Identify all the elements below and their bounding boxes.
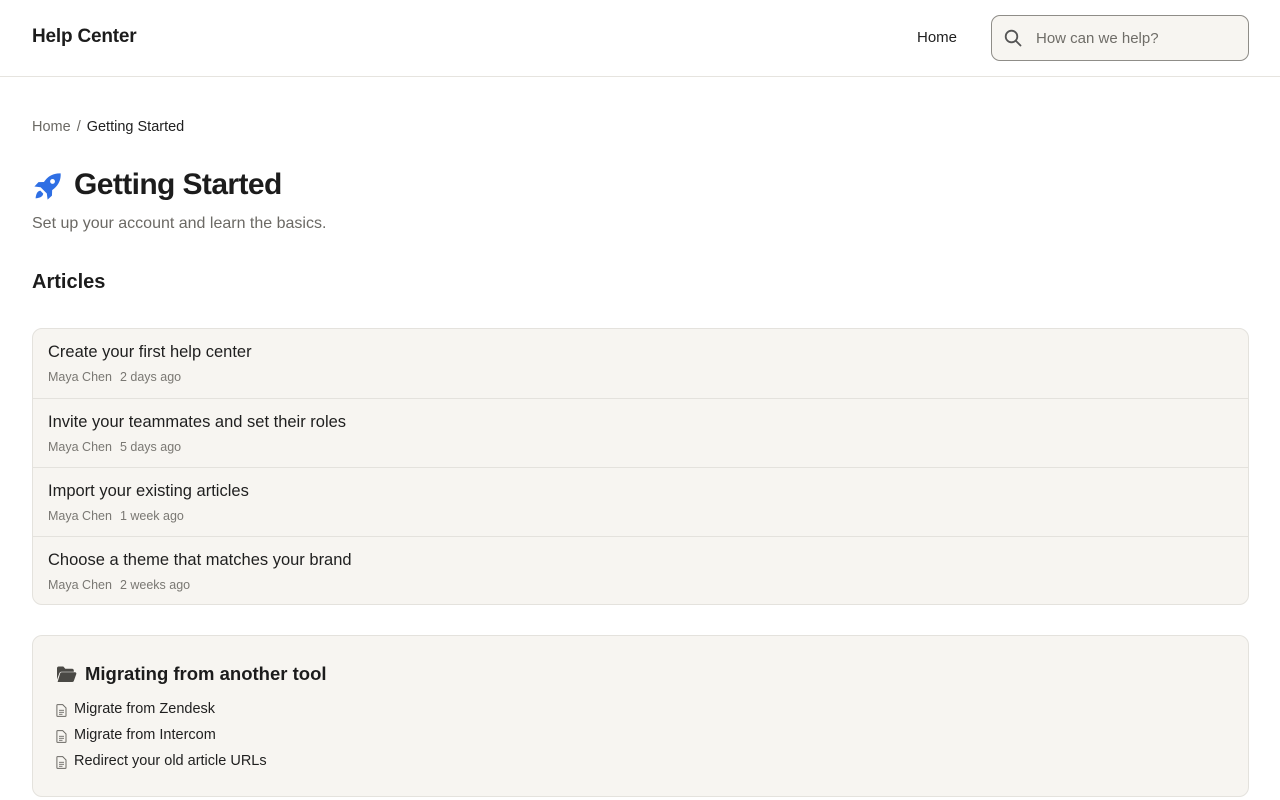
- page-subtitle: Set up your account and learn the basics…: [32, 215, 327, 232]
- articles-heading: Articles: [32, 271, 106, 293]
- search-box[interactable]: [991, 15, 1249, 61]
- breadcrumb-separator: /: [76, 119, 81, 135]
- article-item[interactable]: Choose a theme that matches your brand M…: [33, 536, 1248, 604]
- article-date: 5 days ago: [119, 440, 182, 454]
- article-date: 2 days ago: [119, 370, 182, 384]
- article-author: Maya Chen: [48, 578, 112, 592]
- brand-logo[interactable]: Help Center: [32, 26, 137, 48]
- article-item[interactable]: Create your first help center Maya Chen 2…: [33, 329, 1248, 398]
- site-header: Help Center Home: [0, 0, 1280, 77]
- article-title[interactable]: Invite your teammates and set their role…: [48, 413, 346, 432]
- search-input[interactable]: [1036, 26, 1236, 50]
- article-date: 1 week ago: [119, 509, 184, 523]
- breadcrumb: Home / Getting Started: [32, 119, 184, 135]
- subcategory-title[interactable]: Migrating from another tool: [85, 663, 327, 685]
- article-author: Maya Chen: [48, 440, 112, 454]
- article-date: 2 weeks ago: [119, 578, 191, 592]
- search-icon: [1004, 29, 1022, 47]
- document-icon: [56, 730, 67, 743]
- rocket-icon: [34, 173, 61, 200]
- article-title[interactable]: Import your existing articles: [48, 482, 249, 501]
- article-item[interactable]: Import your existing articles Maya Chen 1…: [33, 467, 1248, 536]
- breadcrumb-current: Getting Started: [86, 119, 185, 135]
- folder-open-icon: [57, 666, 77, 682]
- article-item[interactable]: Invite your teammates and set their role…: [33, 398, 1248, 467]
- article-list: Create your first help center Maya Chen 2…: [32, 328, 1249, 605]
- nav-home-link[interactable]: Home: [917, 29, 957, 46]
- subcategory-link-label[interactable]: Migrate from Zendesk: [74, 701, 215, 717]
- subcategory-card: Migrating from another tool Migrate from…: [32, 635, 1249, 797]
- article-author: Maya Chen: [48, 509, 112, 523]
- article-author: Maya Chen: [48, 370, 112, 384]
- breadcrumb-home[interactable]: Home: [32, 119, 71, 135]
- article-title[interactable]: Create your first help center: [48, 343, 252, 362]
- article-meta: Maya Chen 2 weeks ago: [48, 578, 190, 592]
- subcategory-link-label[interactable]: Redirect your old article URLs: [74, 753, 267, 769]
- article-meta: Maya Chen 5 days ago: [48, 440, 181, 454]
- article-title[interactable]: Choose a theme that matches your brand: [48, 551, 352, 570]
- article-meta: Maya Chen 2 days ago: [48, 370, 181, 384]
- document-icon: [56, 756, 67, 769]
- article-meta: Maya Chen 1 week ago: [48, 509, 184, 523]
- page-title: Getting Started: [74, 168, 282, 201]
- document-icon: [56, 704, 67, 717]
- subcategory-link-label[interactable]: Migrate from Intercom: [74, 727, 216, 743]
